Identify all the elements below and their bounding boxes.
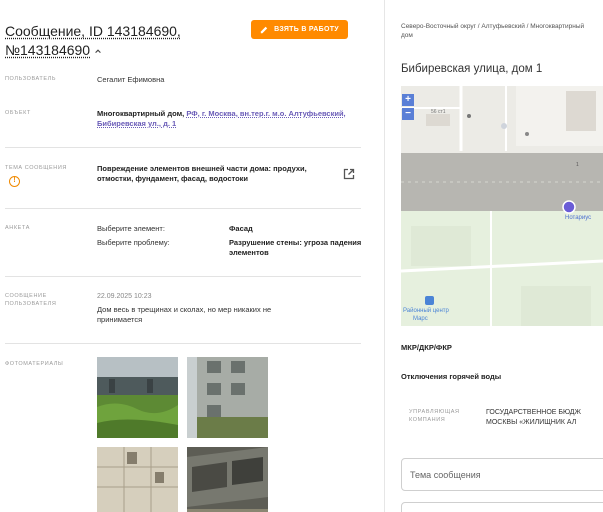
object-panel: Северо-Восточный округ / Алтуфьевский / … [385,0,603,512]
survey-answer-element: Фасад [229,224,253,233]
map-center-label: Районный центр [403,308,449,314]
divider [5,343,361,344]
map[interactable]: + − 56 ст1 1 Нотариус Районный центр Мар… [401,86,603,326]
message-topic-field[interactable] [401,458,603,491]
next-field[interactable] [401,502,603,512]
map-mars-label: Марс [413,316,428,322]
take-to-work-button[interactable]: ВЗЯТЬ В РАБОТУ [251,20,348,39]
title-line-2: №143184690 [5,42,91,58]
open-external-icon[interactable] [343,168,355,180]
divider [5,147,361,148]
take-to-work-label: ВЗЯТЬ В РАБОТУ [274,26,339,33]
photo-thumbnail[interactable] [187,447,268,512]
zoom-out-button[interactable]: − [402,108,414,120]
title-line-1: Сообщение, ID 143184690, [5,23,181,39]
divider [5,276,361,277]
map-notary-label: Нотариус [565,215,592,221]
user-value: Сегалит Ефимовна [97,75,165,84]
photo-thumbnail[interactable] [97,357,178,438]
message-topic-input[interactable] [402,459,603,490]
object-value: Многоквартирный дом, РФ, г. Москва, вн.т… [97,109,365,129]
message-text: Дом весь в трещинах и сколах, но мер ник… [97,305,272,324]
divider [5,208,361,209]
map-number-label: 1 [576,162,579,168]
photo-thumbnail[interactable] [187,357,268,438]
management-company-label: УПРАВЛЯЮЩАЯ КОМПАНИЯ [409,409,460,423]
map-house-label: 56 ст1 [431,109,446,115]
survey-answer-problem: Разрушение стены: угроза падения элемент… [229,238,362,257]
object-type: Многоквартирный дом, [97,109,185,118]
survey-question-problem: Выберите проблему: [97,238,170,247]
breadcrumb: Северо-Восточный округ / Алтуфьевский / … [401,23,585,39]
topic-label: ТЕМА СООБЩЕНИЯ [5,165,67,171]
management-company-line-2: МОСКВЫ «ЖИЛИЩНИК АЛ [486,419,577,426]
warning-icon: ! [9,176,20,187]
photo-thumbnail[interactable] [97,447,178,512]
survey-question-element: Выберите элемент: [97,224,165,233]
management-company-line-1: ГОСУДАРСТВЕННОЕ БЮДЖ [486,409,581,416]
user-message-label: СООБЩЕНИЕ ПОЛЬЗОВАТЕЛЯ [5,293,57,307]
user-label: ПОЛЬЗОВАТЕЛЬ [5,76,57,82]
message-date: 22.09.2025 10:23 [97,293,152,300]
topic-value: Повреждение элементов внешней части дома… [97,164,307,183]
object-address-title: Бибиревская улица, дом 1 [401,63,543,75]
object-label: ОБЪЕКТ [5,110,31,116]
chevron-up-icon[interactable] [94,47,102,55]
zoom-in-button[interactable]: + [402,94,414,106]
photos-label: ФОТОМАТЕРИАЛЫ [5,361,64,367]
hot-water-label: Отключения горячей воды [401,372,502,381]
survey-label: АНКЕТА [5,225,30,231]
message-panel: Сообщение, ID 143184690, №143184690 ВЗЯТ… [0,0,385,512]
page-title: Сообщение, ID 143184690, №143184690 [5,22,235,60]
mkr-label: МКР/ДКР/ФКР [401,343,452,352]
pencil-icon [260,26,268,33]
